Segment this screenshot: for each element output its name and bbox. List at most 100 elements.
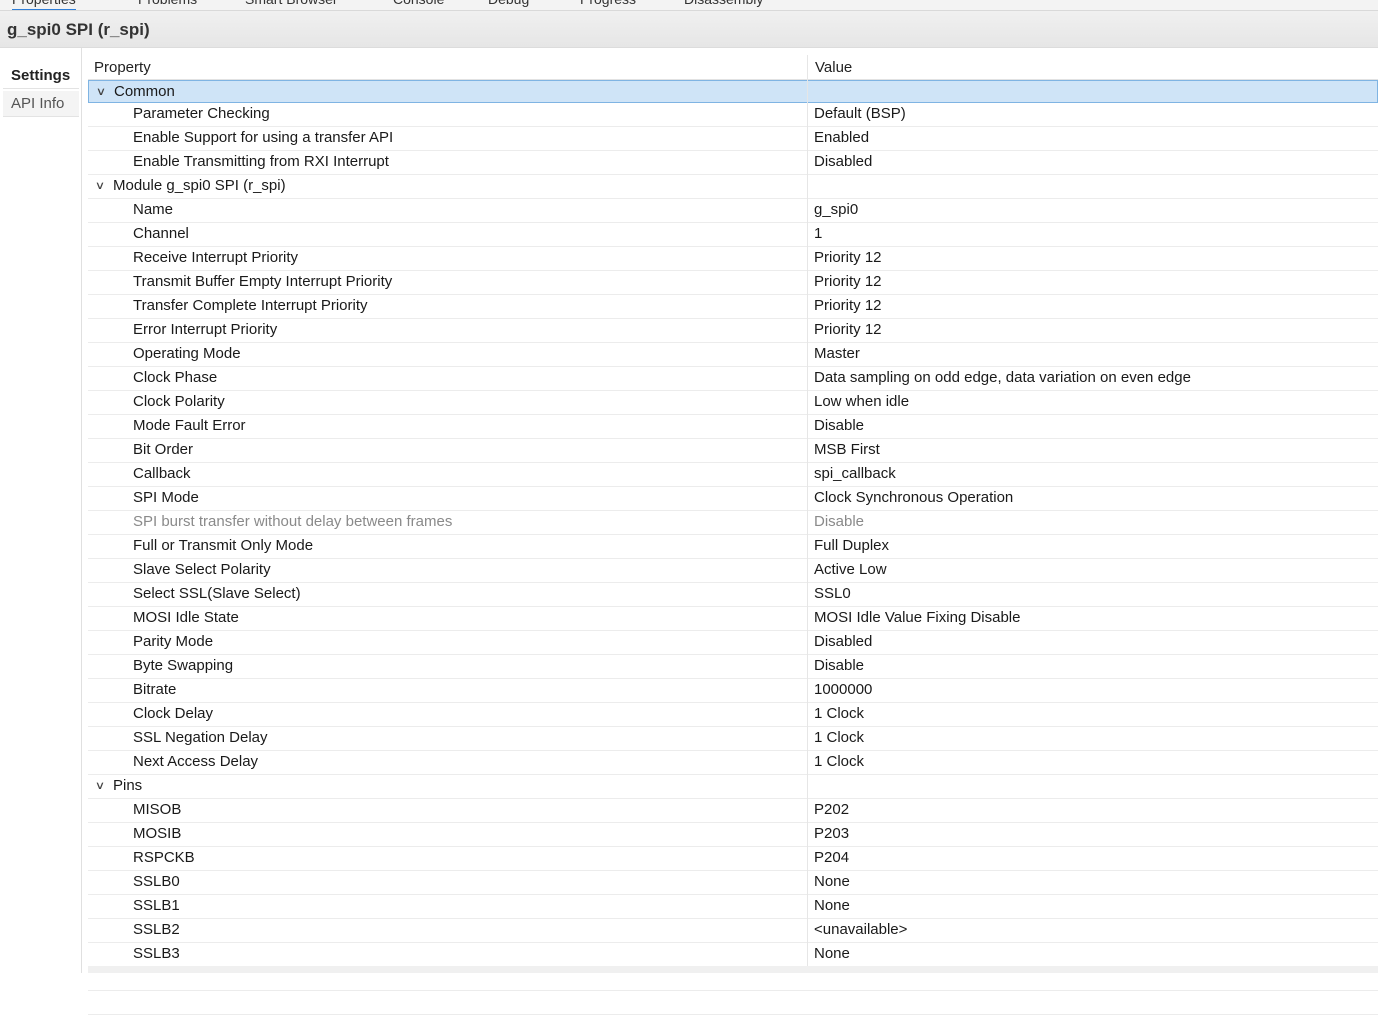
property-value[interactable]: 1 Clock bbox=[814, 727, 864, 749]
property-name: Transmit Buffer Empty Interrupt Priority bbox=[133, 273, 393, 290]
property-value[interactable]: Priority 12 bbox=[814, 295, 882, 317]
table-row[interactable]: Full or Transmit Only Mode Full Duplex bbox=[88, 535, 1378, 559]
chevron-down-icon[interactable]: ∨ bbox=[96, 81, 106, 103]
side-tab-api-info[interactable]: API Info bbox=[3, 91, 79, 117]
property-value[interactable]: Master bbox=[814, 343, 860, 365]
property-value[interactable]: Data sampling on odd edge, data variatio… bbox=[814, 367, 1191, 389]
tab-properties[interactable]: Properties bbox=[12, 0, 76, 10]
property-group-row[interactable]: ∨ Common bbox=[88, 80, 1378, 103]
tab-smart-browser[interactable]: Smart Browser bbox=[245, 0, 338, 9]
property-name: Receive Interrupt Priority bbox=[133, 249, 299, 266]
table-row[interactable]: Parity Mode Disabled bbox=[88, 631, 1378, 655]
table-row[interactable]: MOSI Idle State MOSI Idle Value Fixing Di… bbox=[88, 607, 1378, 631]
table-row[interactable]: Parameter Checking Default (BSP) bbox=[88, 103, 1378, 127]
table-row[interactable]: SSLB1 None bbox=[88, 895, 1378, 919]
property-value[interactable]: Disabled bbox=[814, 151, 872, 173]
table-row[interactable]: MISOB P202 bbox=[88, 799, 1378, 823]
property-value[interactable]: None bbox=[814, 871, 850, 893]
property-value[interactable]: <unavailable> bbox=[814, 919, 907, 941]
table-row[interactable]: Bit Order MSB First bbox=[88, 439, 1378, 463]
table-row[interactable]: Error Interrupt Priority Priority 12 bbox=[88, 319, 1378, 343]
property-value[interactable]: Clock Synchronous Operation bbox=[814, 487, 1013, 509]
property-value[interactable]: P202 bbox=[814, 799, 849, 821]
property-value[interactable]: 1 Clock bbox=[814, 703, 864, 725]
table-row[interactable]: Byte Swapping Disable bbox=[88, 655, 1378, 679]
property-name: Next Access Delay bbox=[133, 753, 259, 770]
column-header-property[interactable]: Property bbox=[94, 59, 151, 76]
column-divider[interactable] bbox=[807, 55, 808, 968]
property-name: Pins bbox=[113, 777, 143, 794]
table-row[interactable]: Callback spi_callback bbox=[88, 463, 1378, 487]
table-row[interactable]: Mode Fault Error Disable bbox=[88, 415, 1378, 439]
table-row[interactable]: SSLB2 <unavailable> bbox=[88, 919, 1378, 943]
property-value[interactable]: 1000000 bbox=[814, 679, 872, 701]
property-group-row[interactable]: ∨ Pins bbox=[88, 775, 1378, 799]
column-header-value[interactable]: Value bbox=[815, 59, 852, 76]
tab-disassembly[interactable]: Disassembly bbox=[684, 0, 763, 9]
table-row[interactable]: SPI burst transfer without delay between… bbox=[88, 511, 1378, 535]
property-name: SSLB3 bbox=[133, 945, 180, 962]
property-name: Enable Transmitting from RXI Interrupt bbox=[133, 153, 389, 170]
property-table: Property Value ∨ Common Parameter Checking… bbox=[88, 55, 1378, 1015]
property-value[interactable]: Priority 12 bbox=[814, 319, 882, 341]
horizontal-scrollbar[interactable] bbox=[88, 966, 1378, 973]
table-row[interactable]: Clock Polarity Low when idle bbox=[88, 391, 1378, 415]
tab-console[interactable]: Console bbox=[393, 0, 444, 9]
table-row[interactable]: SSLB0 None bbox=[88, 871, 1378, 895]
property-value[interactable]: Disable bbox=[814, 655, 864, 677]
table-row[interactable]: Operating Mode Master bbox=[88, 343, 1378, 367]
property-value[interactable]: None bbox=[814, 943, 850, 965]
property-name: MISOB bbox=[133, 801, 182, 818]
property-name: Clock Phase bbox=[133, 369, 218, 386]
chevron-down-icon[interactable]: ∨ bbox=[95, 775, 105, 797]
property-value[interactable]: Low when idle bbox=[814, 391, 909, 413]
table-row[interactable]: Transmit Buffer Empty Interrupt Priority… bbox=[88, 271, 1378, 295]
property-value[interactable]: MOSI Idle Value Fixing Disable bbox=[814, 607, 1020, 629]
table-row[interactable]: Transfer Complete Interrupt Priority Prio… bbox=[88, 295, 1378, 319]
table-row[interactable]: RSPCKB P204 bbox=[88, 847, 1378, 871]
table-row[interactable]: Select SSL(Slave Select) SSL0 bbox=[88, 583, 1378, 607]
table-row bbox=[88, 991, 1378, 1015]
property-value[interactable]: P203 bbox=[814, 823, 849, 845]
property-value[interactable]: 1 bbox=[814, 223, 822, 245]
table-row[interactable]: Bitrate 1000000 bbox=[88, 679, 1378, 703]
table-row[interactable]: SPI Mode Clock Synchronous Operation bbox=[88, 487, 1378, 511]
table-row[interactable]: SSLB3 None bbox=[88, 943, 1378, 967]
property-value[interactable]: P204 bbox=[814, 847, 849, 869]
table-row[interactable]: Enable Support for using a transfer API E… bbox=[88, 127, 1378, 151]
property-value[interactable]: Enabled bbox=[814, 127, 869, 149]
tab-progress[interactable]: Progress bbox=[580, 0, 636, 9]
property-value[interactable]: 1 Clock bbox=[814, 751, 864, 773]
table-row[interactable]: Clock Delay 1 Clock bbox=[88, 703, 1378, 727]
property-value[interactable]: Disabled bbox=[814, 631, 872, 653]
tab-problems[interactable]: Problems bbox=[138, 0, 197, 9]
table-row[interactable]: Receive Interrupt Priority Priority 12 bbox=[88, 247, 1378, 271]
table-row[interactable]: Next Access Delay 1 Clock bbox=[88, 751, 1378, 775]
property-name: Parity Mode bbox=[133, 633, 214, 650]
property-value[interactable]: None bbox=[814, 895, 850, 917]
property-value[interactable]: g_spi0 bbox=[814, 199, 858, 221]
table-row[interactable]: Slave Select Polarity Active Low bbox=[88, 559, 1378, 583]
table-row[interactable]: SSL Negation Delay 1 Clock bbox=[88, 727, 1378, 751]
property-value[interactable]: spi_callback bbox=[814, 463, 896, 485]
property-value[interactable]: Full Duplex bbox=[814, 535, 889, 557]
property-value[interactable]: Priority 12 bbox=[814, 271, 882, 293]
tab-debug[interactable]: Debug bbox=[488, 0, 529, 9]
property-value[interactable]: Disable bbox=[814, 415, 864, 437]
table-row[interactable]: MOSIB P203 bbox=[88, 823, 1378, 847]
table-row[interactable]: Name g_spi0 bbox=[88, 199, 1378, 223]
table-row[interactable]: Channel 1 bbox=[88, 223, 1378, 247]
property-name: Select SSL(Slave Select) bbox=[133, 585, 301, 602]
chevron-down-icon[interactable]: ∨ bbox=[95, 175, 105, 197]
table-row[interactable]: Enable Transmitting from RXI Interrupt Di… bbox=[88, 151, 1378, 175]
property-name: Enable Support for using a transfer API bbox=[133, 129, 394, 146]
property-value[interactable]: Priority 12 bbox=[814, 247, 882, 269]
property-value[interactable]: MSB First bbox=[814, 439, 880, 461]
table-row[interactable]: Clock Phase Data sampling on odd edge, da… bbox=[88, 367, 1378, 391]
property-group-row[interactable]: ∨ Module g_spi0 SPI (r_spi) bbox=[88, 175, 1378, 199]
side-tab-settings[interactable]: Settings bbox=[3, 63, 79, 89]
property-value[interactable]: SSL0 bbox=[814, 583, 851, 605]
property-value[interactable]: Default (BSP) bbox=[814, 103, 906, 125]
property-value[interactable]: Active Low bbox=[814, 559, 887, 581]
property-name: Callback bbox=[133, 465, 191, 482]
